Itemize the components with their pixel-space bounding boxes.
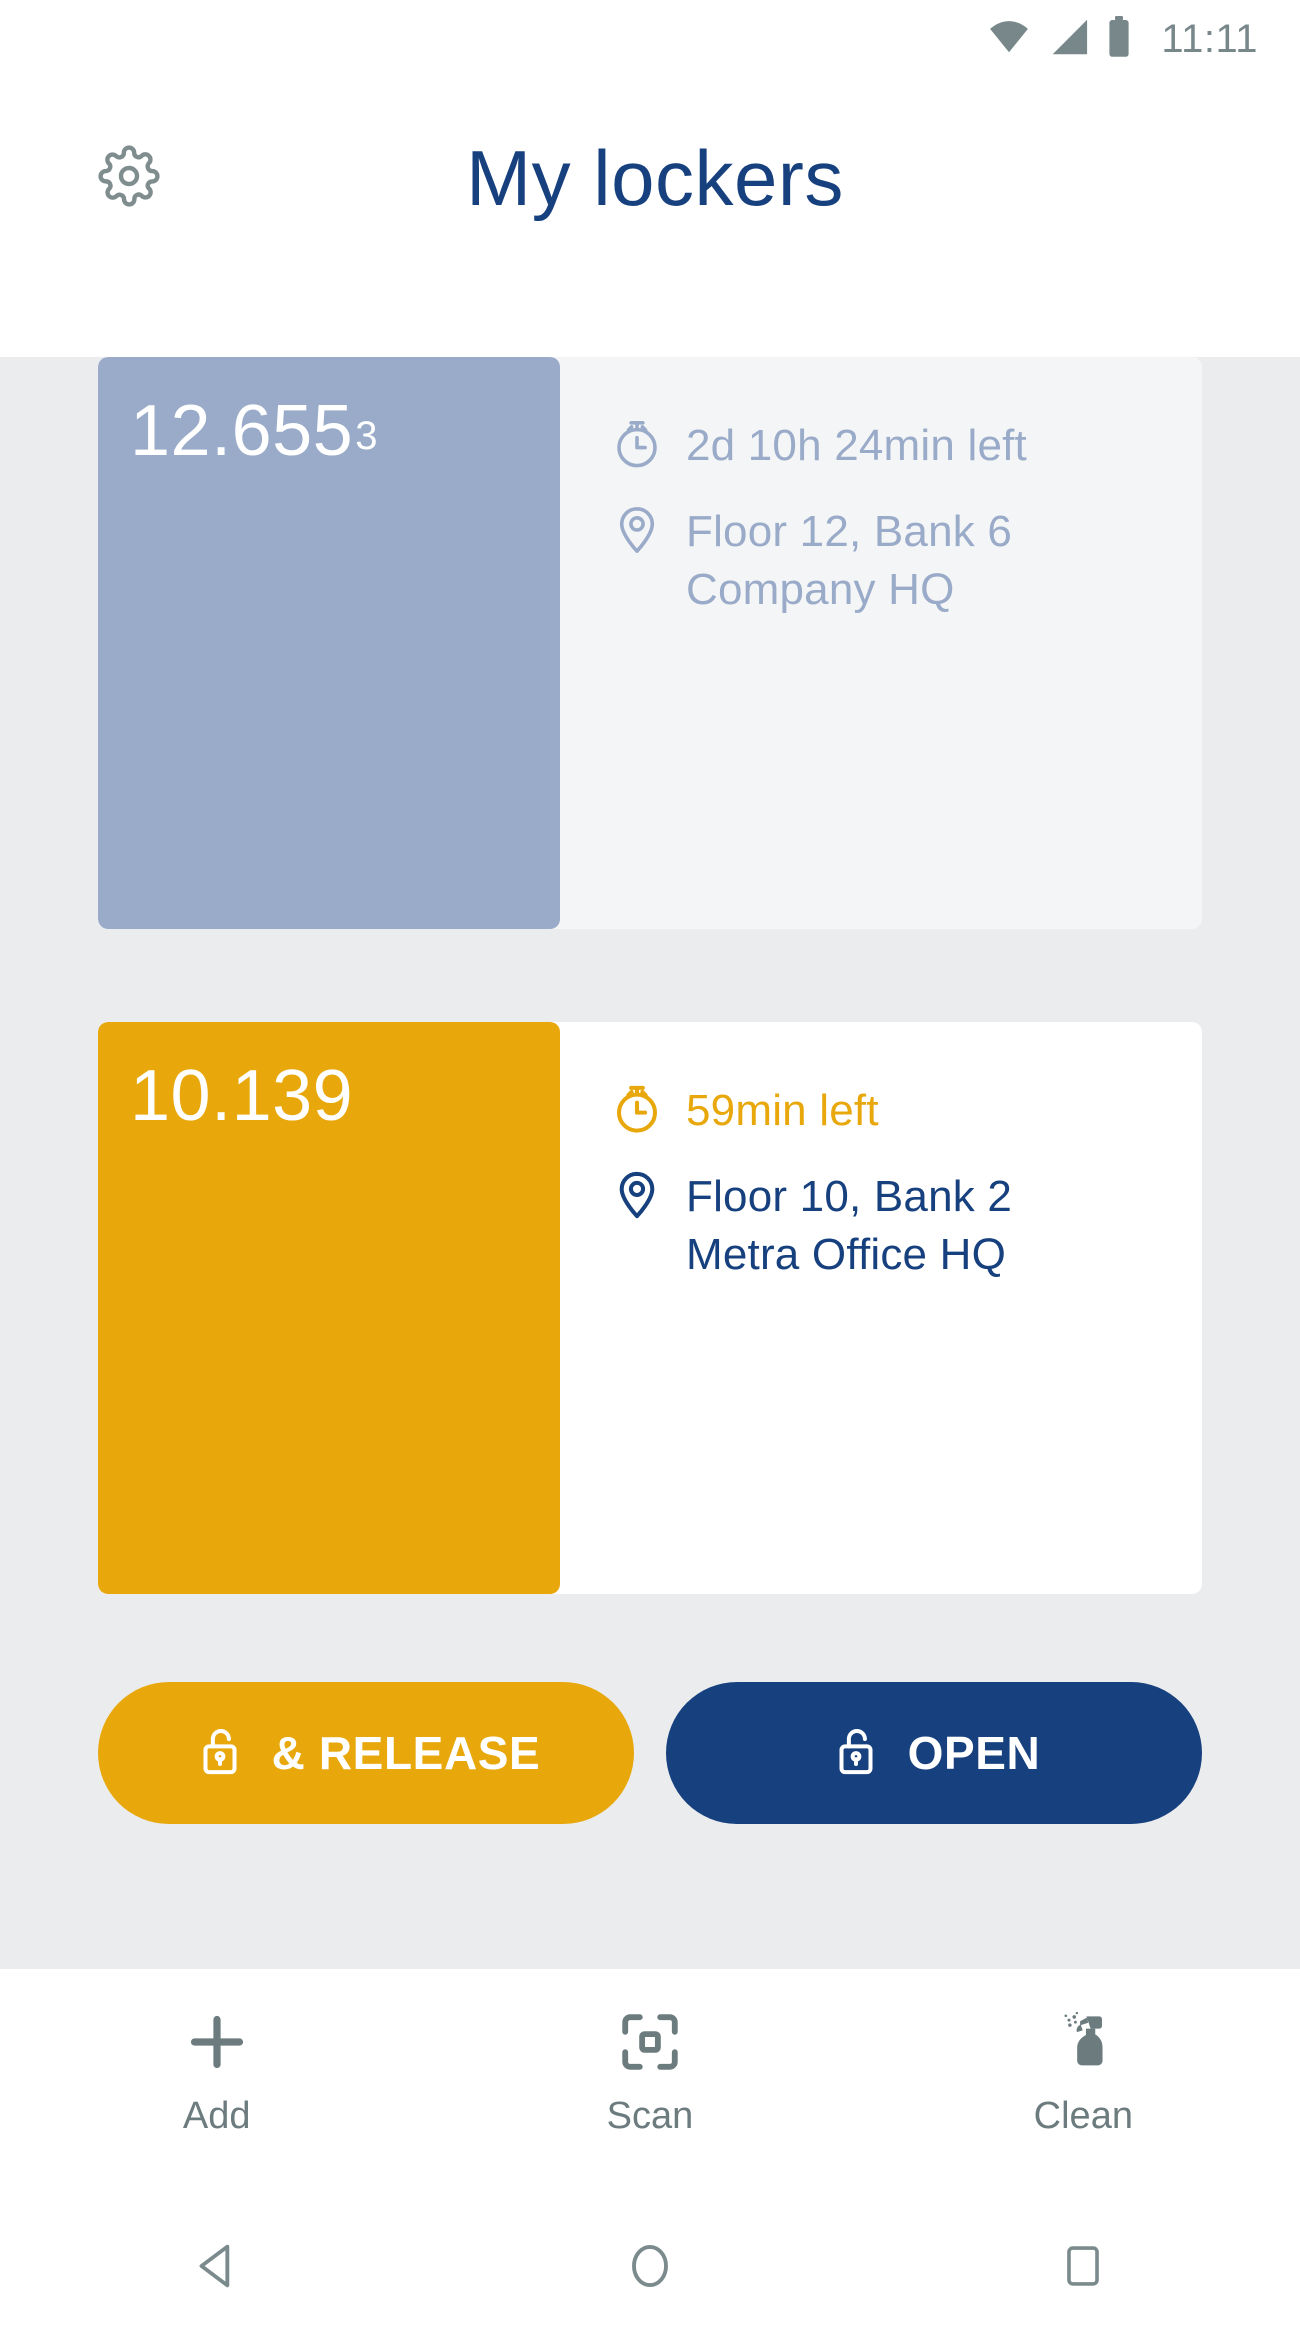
- locker-card[interactable]: 12.6553 2d 10h 24min left Floor 12, Bank…: [98, 357, 1202, 929]
- tab-scan[interactable]: Scan: [433, 2003, 866, 2135]
- locker-location-line2: Company HQ: [686, 565, 955, 615]
- lockers-list: 12.6553 2d 10h 24min left Floor 12, Bank…: [0, 357, 1300, 1969]
- tab-scan-label: Scan: [606, 2095, 694, 2137]
- locker-time-text: 59min left: [686, 1080, 879, 1140]
- locker-card[interactable]: 10.139 59min left Floor 10, Bank 2 Metra…: [98, 1022, 1202, 1594]
- locker-number-tile[interactable]: 10.139: [98, 1022, 560, 1594]
- locker-location-text: Floor 12, Bank 6 Company HQ: [686, 501, 1012, 619]
- status-bar: 11:11: [0, 0, 1300, 78]
- tab-clean[interactable]: Clean: [867, 2003, 1300, 2135]
- locker-location-line1: Floor 10, Bank 2: [686, 1172, 1013, 1222]
- unlocked-padlock-icon: [828, 1723, 884, 1784]
- tab-add-label: Add: [182, 2095, 251, 2137]
- locker-number-tile[interactable]: 12.6553: [98, 357, 560, 929]
- nav-recents-button[interactable]: [867, 2237, 1300, 2300]
- plus-icon: [181, 2003, 253, 2081]
- map-pin-icon: [610, 1168, 664, 1222]
- open-button[interactable]: OPEN: [666, 1682, 1202, 1824]
- stopwatch-icon: [610, 1082, 664, 1136]
- locker-time-left: 2d 10h 24min left: [686, 421, 1027, 470]
- status-icon-group: 11:11: [987, 15, 1258, 63]
- locker-number: 10.139: [130, 1056, 354, 1136]
- settings-button[interactable]: [98, 144, 160, 212]
- action-button-row: & RELEASE OPEN: [98, 1682, 1202, 1824]
- tab-add[interactable]: Add: [0, 2003, 433, 2135]
- battery-icon: [1107, 15, 1131, 63]
- android-nav-bar: [0, 2191, 1300, 2346]
- locker-time-text: 2d 10h 24min left: [686, 415, 1027, 475]
- home-circle-icon: [619, 2235, 681, 2302]
- spray-bottle-icon: [1048, 2003, 1118, 2081]
- locker-time-row: 2d 10h 24min left: [610, 415, 1202, 475]
- locker-details: 2d 10h 24min left Floor 12, Bank 6 Compa…: [560, 357, 1202, 929]
- locker-number: 12.655: [130, 391, 354, 471]
- status-time: 11:11: [1161, 17, 1258, 61]
- recents-square-icon: [1054, 2237, 1112, 2300]
- locker-details: 59min left Floor 10, Bank 2 Metra Office…: [560, 1022, 1202, 1594]
- locker-location-row: Floor 10, Bank 2 Metra Office HQ: [610, 1166, 1202, 1284]
- locker-time-row: 59min left: [610, 1080, 1202, 1140]
- gear-icon: [98, 144, 160, 212]
- app-header: My lockers: [0, 78, 1300, 278]
- locker-time-left: 59min left: [686, 1086, 879, 1135]
- nav-home-button[interactable]: [433, 2235, 866, 2302]
- page-title: My lockers: [466, 134, 844, 222]
- release-button[interactable]: & RELEASE: [98, 1682, 634, 1824]
- locker-location-line1: Floor 12, Bank 6: [686, 507, 1013, 557]
- wifi-icon: [987, 19, 1031, 60]
- locker-location-row: Floor 12, Bank 6 Company HQ: [610, 501, 1202, 619]
- open-button-label: OPEN: [907, 1727, 1041, 1779]
- locker-location-line2: Metra Office HQ: [686, 1230, 1007, 1280]
- stopwatch-icon: [610, 417, 664, 471]
- locker-location-text: Floor 10, Bank 2 Metra Office HQ: [686, 1166, 1012, 1284]
- cellular-signal-icon: [1047, 18, 1091, 61]
- unlocked-padlock-icon: [192, 1723, 248, 1784]
- release-button-label: & RELEASE: [271, 1727, 541, 1779]
- tab-clean-label: Clean: [1033, 2095, 1133, 2137]
- bottom-tab-bar: Add Scan Clean: [0, 1969, 1300, 2191]
- nav-back-button[interactable]: [0, 2235, 433, 2302]
- scan-frame-icon: [615, 2003, 685, 2081]
- locker-number-superscript: 3: [355, 413, 378, 458]
- back-triangle-icon: [186, 2235, 248, 2302]
- map-pin-icon: [610, 503, 664, 557]
